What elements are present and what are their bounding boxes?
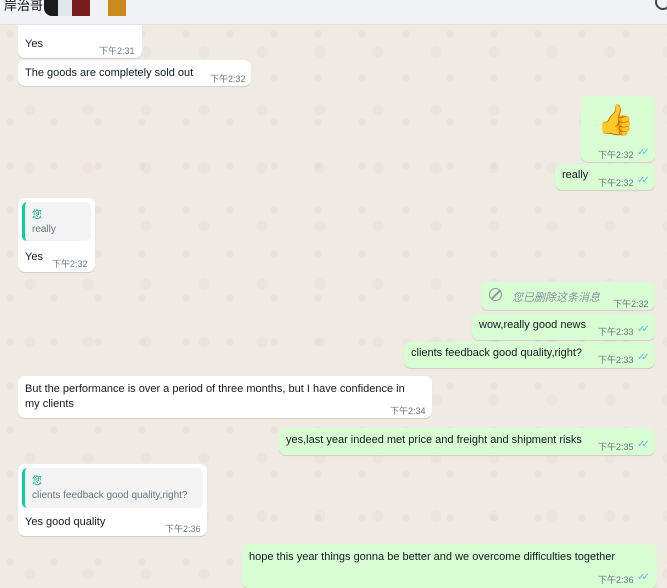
- message-incoming-reply[interactable]: 您 really Yes 下午2:32: [18, 198, 95, 272]
- message-outgoing[interactable]: really 下午2:32 ✓✓: [555, 164, 655, 190]
- double-check-icon: ✓✓: [637, 324, 650, 335]
- double-check-icon: ✓✓: [637, 572, 650, 583]
- message-outgoing[interactable]: 👍 下午2:32 ✓✓: [581, 96, 655, 162]
- message-incoming[interactable]: The goods are completely sold out 下午2:32: [18, 60, 251, 86]
- thumbs-up-emoji: 👍: [597, 104, 635, 137]
- message-text: 您已删除这条消息: [512, 292, 600, 304]
- double-check-icon: ✓✓: [637, 352, 650, 363]
- message-outgoing[interactable]: wow,really good news 下午2:33 ✓✓: [472, 314, 655, 340]
- header-image-fragment: [108, 0, 126, 16]
- message-time: 下午2:32: [598, 178, 634, 188]
- message-time: 下午2:33: [598, 327, 634, 337]
- message-time: 下午2:36: [598, 575, 634, 585]
- message-incoming-reply[interactable]: 您 clients feedback good quality,right? Y…: [18, 464, 207, 536]
- message-time: 下午2:32: [52, 259, 88, 269]
- quote-text: really: [32, 224, 56, 235]
- message-text-line: But the performance is over a period of …: [25, 383, 405, 395]
- message-time: 下午2:35: [598, 442, 634, 452]
- message-time: 下午2:32: [613, 299, 649, 309]
- message-time: 下午2:34: [390, 406, 426, 416]
- message-outgoing[interactable]: yes,last year indeed met price and freig…: [279, 428, 655, 455]
- ban-icon: [489, 288, 502, 301]
- message-text: Yes: [25, 251, 43, 263]
- message-text: The goods are completely sold out: [25, 67, 194, 79]
- quote-author: 您: [32, 210, 42, 221]
- message-text-line: my clients: [25, 398, 74, 410]
- message-outgoing[interactable]: hope this year things gonna be better an…: [242, 544, 657, 588]
- double-check-icon: ✓✓: [637, 439, 650, 450]
- message-text: clients feedback good quality,right?: [411, 347, 583, 359]
- message-incoming[interactable]: Yes 下午2:31: [18, 20, 142, 58]
- message-incoming[interactable]: But the performance is over a period of …: [18, 376, 432, 418]
- quoted-message[interactable]: 您 clients feedback good quality,right?: [22, 468, 203, 508]
- search-icon[interactable]: [655, 0, 667, 10]
- message-time: 下午2:31: [99, 46, 135, 56]
- chat-header: 岸治哥: [0, 0, 667, 25]
- message-deleted[interactable]: 您已删除这条消息 下午2:32: [481, 282, 655, 310]
- message-text: Yes good quality: [25, 516, 106, 528]
- quoted-message[interactable]: 您 really: [22, 202, 91, 241]
- message-time: 下午2:32: [598, 150, 634, 160]
- message-outgoing[interactable]: clients feedback good quality,right? 下午2…: [404, 342, 655, 368]
- message-text: hope this year things gonna be better an…: [249, 551, 616, 563]
- message-text: yes,last year indeed met price and freig…: [286, 434, 582, 446]
- message-time: 下午2:36: [165, 524, 201, 534]
- double-check-icon: ✓✓: [637, 147, 650, 158]
- message-time: 下午2:32: [210, 74, 246, 84]
- message-time: 下午2:33: [598, 355, 634, 365]
- quote-text: clients feedback good quality,right?: [32, 490, 188, 501]
- double-check-icon: ✓✓: [637, 175, 650, 186]
- header-image-fragment: [58, 0, 72, 16]
- contact-name[interactable]: 岸治哥: [4, 0, 43, 14]
- quote-author: 您: [32, 476, 42, 487]
- message-text: Yes: [25, 38, 43, 50]
- header-image-fragment: [72, 0, 90, 16]
- message-text: really: [562, 169, 589, 181]
- message-text: wow,really good news: [479, 319, 587, 331]
